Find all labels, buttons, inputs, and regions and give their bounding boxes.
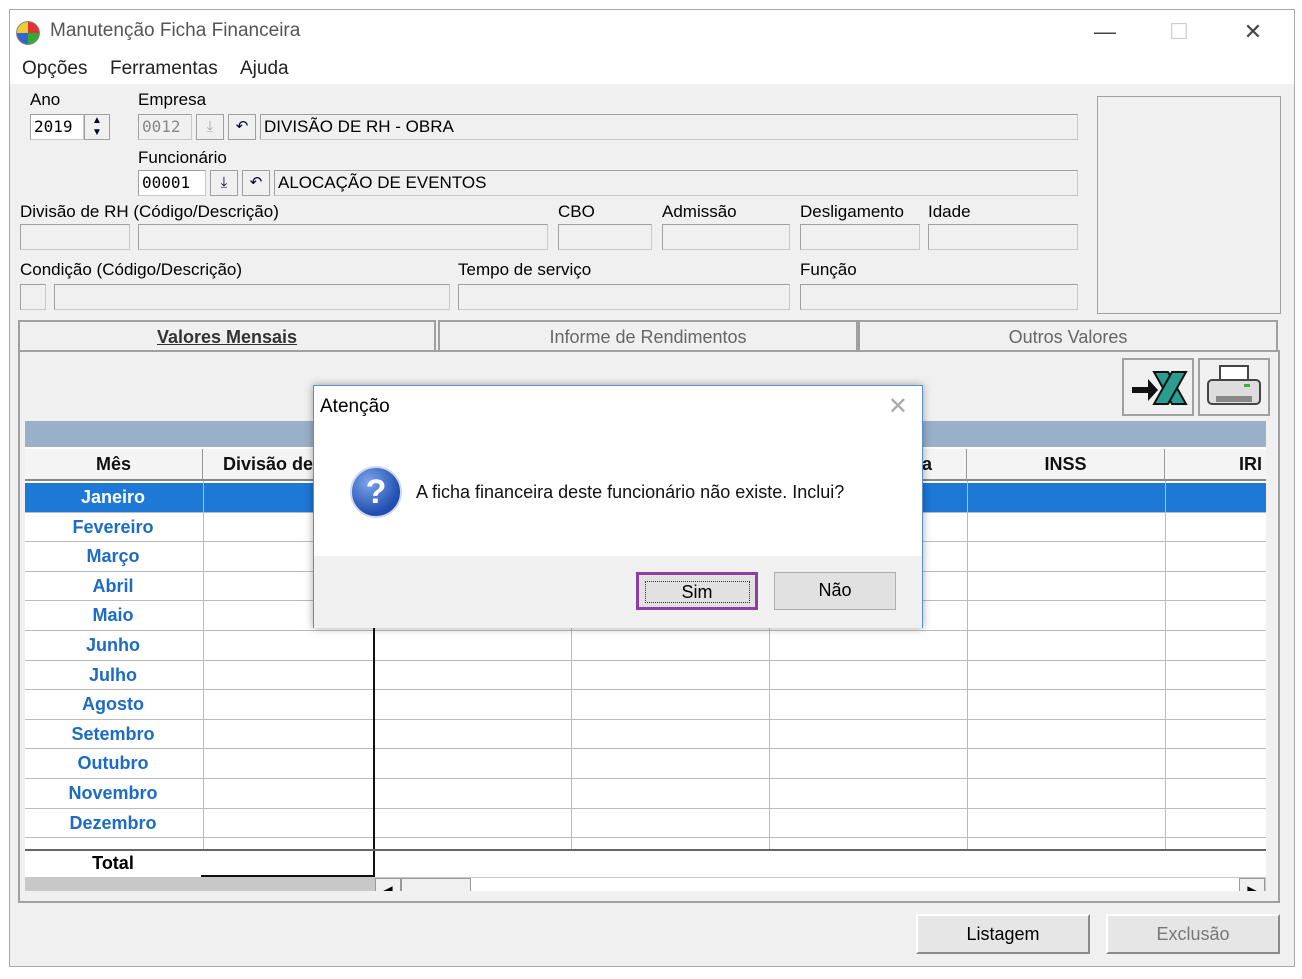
month-cell: Fevereiro (72, 516, 154, 537)
funcao-label: Função (800, 260, 857, 279)
empresa-code-input[interactable]: 0012 (138, 114, 192, 140)
col-header-mes[interactable]: Mês (25, 449, 203, 481)
cbo-label: CBO (558, 202, 595, 221)
month-cell: Agosto (82, 694, 144, 715)
month-cell: Maio (92, 605, 134, 626)
dialog-close-icon[interactable]: ✕ (888, 392, 908, 421)
table-row[interactable]: Dezembro (25, 809, 1266, 839)
table-row[interactable]: Setembro (25, 720, 1266, 750)
admissao-field (662, 224, 790, 250)
table-row[interactable]: Outubro (25, 749, 1266, 779)
month-cell: Março (86, 546, 140, 567)
sim-button-label: Sim (644, 581, 750, 603)
funcionario-download-icon[interactable]: ⤓ (210, 170, 238, 196)
ano-label: Ano (30, 90, 61, 109)
total-label: Total (92, 853, 134, 873)
empresa-label: Empresa (138, 90, 207, 109)
menu-bar: Opções Ferramentas Ajuda (10, 54, 1294, 84)
app-icon (16, 21, 40, 45)
exclusao-button[interactable]: Exclusão (1106, 914, 1280, 954)
excel-export-icon[interactable] (1122, 358, 1194, 416)
funcionario-code-input[interactable]: 00001 (138, 170, 206, 196)
total-divider (201, 851, 375, 877)
grid-divider (203, 481, 204, 877)
scroll-left-arrow-icon[interactable]: ◀ (375, 878, 401, 891)
condicao-label: Condição (Código/Descrição) (20, 260, 243, 279)
month-cell: Dezembro (69, 812, 157, 833)
month-cell: Novembro (68, 783, 158, 803)
title-bar: Manutenção Ficha Financeira — ☐ ✕ (10, 10, 1294, 54)
sim-button[interactable]: Sim (636, 572, 758, 610)
menu-ajuda[interactable]: Ajuda (240, 58, 289, 80)
condicao-desc-field (54, 284, 450, 310)
idade-field (928, 224, 1078, 250)
month-cell: Setembro (71, 723, 155, 744)
photo-box (1097, 96, 1281, 314)
idade-label: Idade (928, 202, 971, 221)
divisao-code-field (20, 224, 130, 250)
maximize-button[interactable]: ☐ (1156, 16, 1202, 48)
tempo-field (458, 284, 790, 310)
col-header-irrf[interactable]: IRI (1165, 449, 1266, 481)
month-cell: Julho (89, 664, 137, 685)
dialog-title: Atenção (320, 396, 390, 417)
dialog-footer: Sim Não (314, 556, 922, 628)
funcionario-label: Funcionário (138, 148, 227, 167)
scroll-thumb[interactable] (401, 878, 471, 891)
month-cell: Outubro (77, 753, 149, 774)
listagem-button[interactable]: Listagem (916, 914, 1090, 954)
cbo-field (558, 224, 652, 250)
ano-input[interactable]: 2019 (30, 114, 84, 140)
month-cell: Abril (92, 575, 134, 596)
minimize-button[interactable]: — (1082, 16, 1128, 48)
tab-valores-mensais-label: Valores Mensais (156, 327, 298, 347)
month-cell: Janeiro (80, 487, 146, 507)
desligamento-field (800, 224, 920, 250)
scroll-right-arrow-icon[interactable]: ▶ (1239, 878, 1265, 891)
total-row: Total (25, 849, 1266, 877)
grid-divider (967, 481, 968, 877)
table-row[interactable]: Julho (25, 661, 1266, 691)
table-row[interactable]: Novembro (25, 779, 1266, 809)
admissao-label: Admissão (662, 202, 737, 221)
empresa-download-icon[interactable]: ⤓ (196, 114, 224, 140)
menu-ferramentas[interactable]: Ferramentas (110, 58, 218, 80)
divisao-label: Divisão de RH (Código/Descrição) (20, 202, 279, 221)
table-row[interactable]: Agosto (25, 690, 1266, 720)
scroll-track[interactable] (471, 878, 1241, 891)
col-header-inss[interactable]: INSS (967, 449, 1165, 481)
horizontal-scrollbar[interactable]: ◀ ▶ (25, 877, 1266, 891)
tab-informe-rendimentos[interactable]: Informe de Rendimentos (438, 320, 858, 354)
desligamento-label: Desligamento (800, 202, 904, 221)
empresa-undo-icon[interactable]: ↶ (228, 114, 256, 140)
close-button[interactable]: ✕ (1230, 16, 1276, 48)
confirmation-dialog: Atenção ✕ ? A ficha financeira deste fun… (313, 385, 923, 628)
dialog-message: A ficha financeira deste funcionário não… (416, 482, 845, 502)
funcionario-undo-icon[interactable]: ↶ (242, 170, 270, 196)
tempo-label: Tempo de serviço (458, 260, 592, 279)
empresa-desc-field: DIVISÃO DE RH - OBRA (260, 114, 1078, 140)
grid-divider (1165, 481, 1166, 877)
nao-button[interactable]: Não (774, 572, 896, 610)
divisao-desc-field (138, 224, 548, 250)
ano-spinner[interactable]: ▲ ▼ (84, 114, 110, 140)
window-title: Manutenção Ficha Financeira (50, 20, 301, 41)
funcao-field (800, 284, 1078, 310)
menu-opcoes[interactable]: Opções (22, 58, 87, 80)
question-icon: ? (350, 466, 402, 518)
condicao-code-field (20, 284, 46, 310)
printer-icon[interactable] (1198, 358, 1270, 416)
table-row[interactable]: Junho (25, 631, 1266, 661)
tab-outros-valores[interactable]: Outros Valores (858, 320, 1278, 354)
month-cell: Junho (86, 635, 140, 655)
funcionario-desc-field: ALOCAÇÃO DE EVENTOS (274, 170, 1078, 196)
